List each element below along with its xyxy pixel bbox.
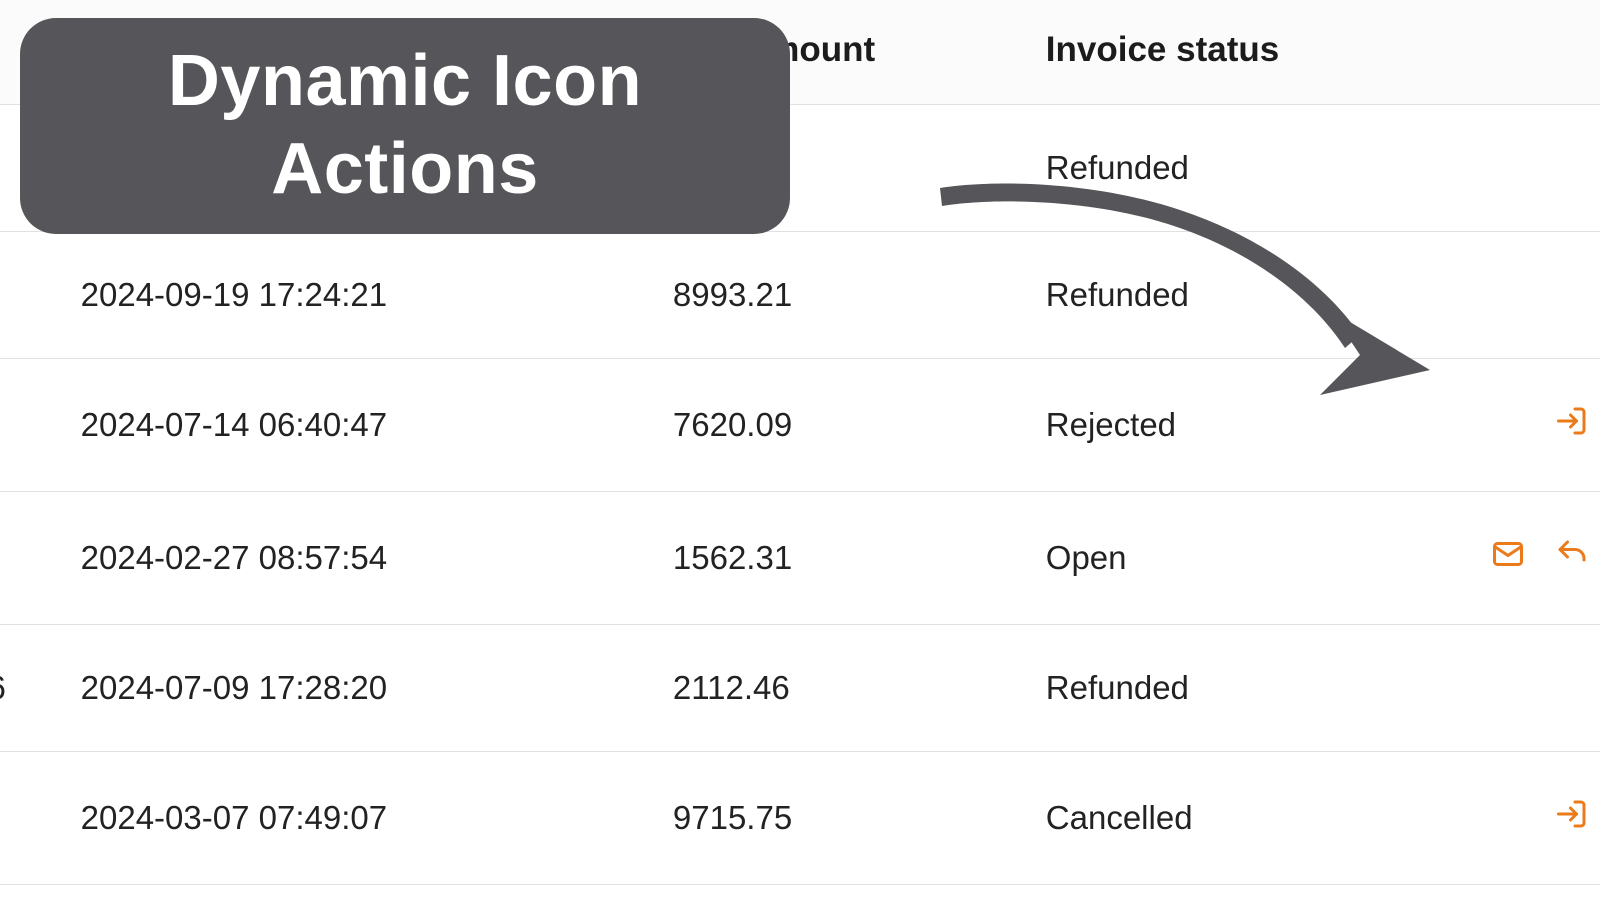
- table-row[interactable]: :26 2024-07-09 17:28:20 2112.46 Refunded: [0, 625, 1600, 752]
- cell-status: Refunded: [1026, 625, 1399, 752]
- mail-icon[interactable]: [1490, 536, 1526, 572]
- cell-amount: 7620.09: [653, 359, 1026, 492]
- cell-partial: :26: [0, 625, 61, 752]
- cell-amount: 2112.46: [653, 625, 1026, 752]
- cell-actions: [1399, 752, 1600, 885]
- cell-amount: 9715.75: [653, 752, 1026, 885]
- enter-icon[interactable]: [1554, 796, 1590, 832]
- cell-actions: [1399, 232, 1600, 359]
- cell-actions: [1399, 105, 1600, 232]
- cell-actions: [1399, 492, 1600, 625]
- cell-amount: 8993.21: [653, 232, 1026, 359]
- overlay-title-badge: Dynamic Icon Actions: [20, 18, 790, 234]
- table-row[interactable]: 47 2024-09-19 17:24:21 8993.21 Refunded: [0, 232, 1600, 359]
- cell-partial: 47: [0, 232, 61, 359]
- header-invoice-status[interactable]: Invoice status: [1026, 0, 1399, 105]
- cell-partial: 48: [0, 359, 61, 492]
- cell-status: Rejected: [1026, 359, 1399, 492]
- cell-date: 2024-07-09 17:28:20: [61, 625, 653, 752]
- table-row[interactable]: 04 2024-03-07 07:49:07 9715.75 Cancelled: [0, 752, 1600, 885]
- cell-date: 2024-07-14 06:40:47: [61, 359, 653, 492]
- overlay-title-text: Dynamic Icon Actions: [50, 38, 760, 214]
- cell-date: 2024-03-07 07:49:07: [61, 752, 653, 885]
- table-row[interactable]: 48 2024-07-14 06:40:47 7620.09 Rejected: [0, 359, 1600, 492]
- cell-date: 2024-09-19 17:24:21: [61, 232, 653, 359]
- cell-partial: 26: [0, 492, 61, 625]
- enter-icon[interactable]: [1554, 403, 1590, 439]
- cell-amount: 1562.31: [653, 492, 1026, 625]
- undo-icon[interactable]: [1554, 536, 1590, 572]
- cell-status: Cancelled: [1026, 752, 1399, 885]
- cell-actions: [1399, 359, 1600, 492]
- cell-status: Refunded: [1026, 105, 1399, 232]
- header-actions: [1399, 0, 1600, 105]
- cell-date: 2024-02-27 08:57:54: [61, 492, 653, 625]
- cell-actions: [1399, 625, 1600, 752]
- cell-status: Open: [1026, 492, 1399, 625]
- cell-status: Refunded: [1026, 232, 1399, 359]
- table-row[interactable]: 26 2024-02-27 08:57:54 1562.31 Open: [0, 492, 1600, 625]
- cell-partial: 04: [0, 752, 61, 885]
